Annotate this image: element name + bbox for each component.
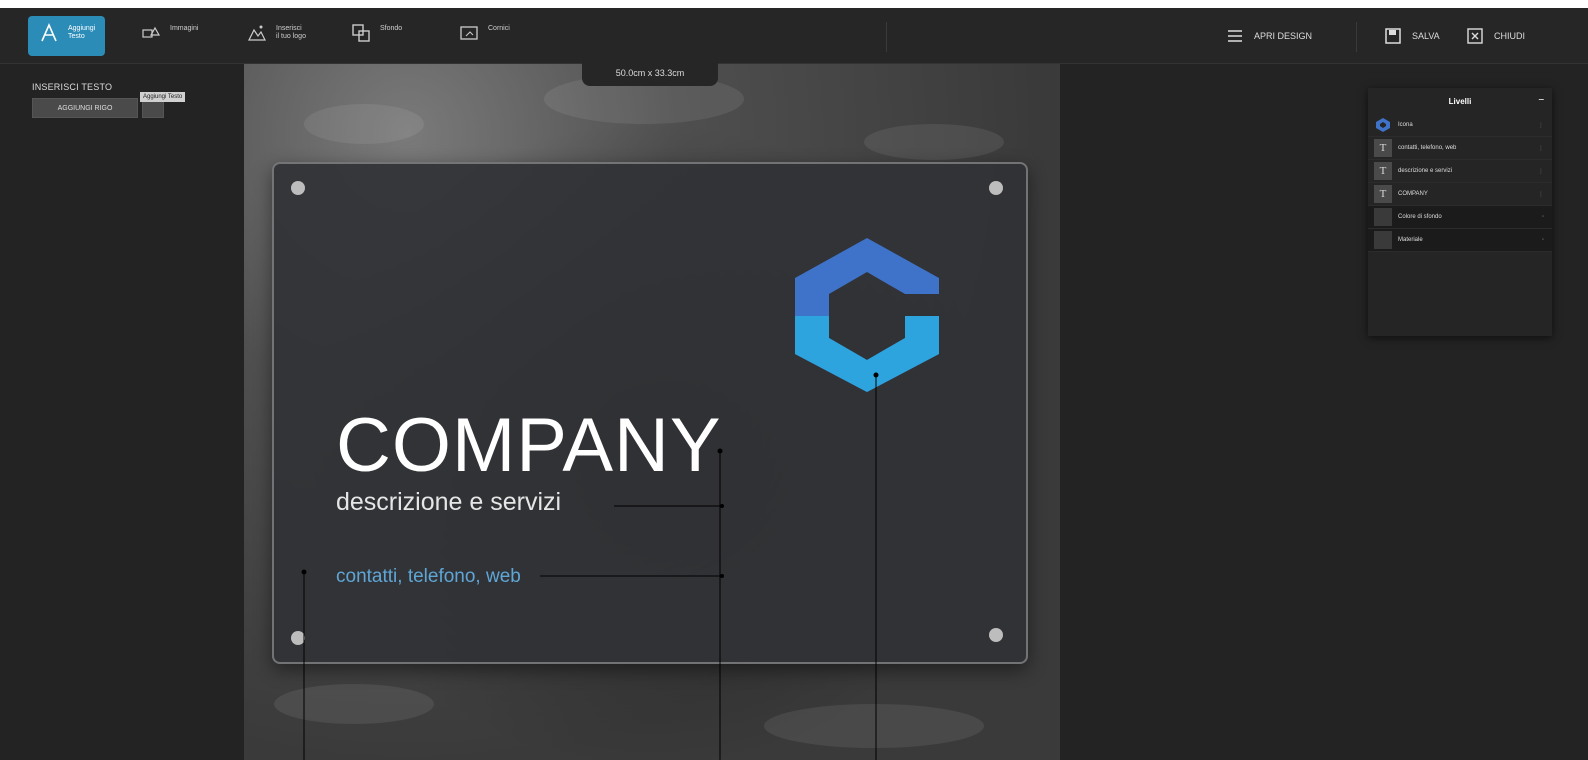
layer-label: Materiale: [1398, 237, 1423, 243]
screw: [989, 181, 1003, 195]
layers-header: Livelli –: [1368, 88, 1552, 114]
tooltip: Aggiungi Testo: [140, 92, 186, 102]
description-text[interactable]: descrizione e servizi: [336, 488, 561, 517]
layers-title: Livelli: [1448, 96, 1472, 106]
images-label: Immagini: [170, 25, 199, 32]
sign-plate[interactable]: COMPANY descrizione e servizi contatti, …: [272, 162, 1028, 664]
logo-upload-icon: [248, 25, 266, 41]
screw: [291, 631, 305, 645]
floppy-disk-icon: [1385, 28, 1401, 44]
concrete-texture: [864, 124, 1004, 160]
layers-squares-icon: [352, 24, 370, 42]
toolbar-divider: [886, 22, 887, 52]
hamburger-menu-icon: [1228, 30, 1242, 42]
layer-item-material[interactable]: Materiale ▫: [1368, 229, 1552, 252]
save-label: SALVA: [1412, 31, 1440, 41]
layer-item-company[interactable]: T COMPANY ⋮: [1368, 183, 1552, 206]
layer-item-description[interactable]: T descrizione e servizi ⋮: [1368, 160, 1552, 183]
hexagon-logo-icon: [1374, 116, 1392, 134]
frames-tool[interactable]: Cornici: [448, 16, 520, 56]
insert-logo-tool[interactable]: Inserisci il tuo logo: [236, 16, 316, 56]
lock-icon[interactable]: ▫: [1542, 214, 1544, 220]
insert-logo-label: Inserisci il tuo logo: [276, 25, 306, 40]
top-toolbar: Aggiungi Testo Immagini Inserisci il tuo…: [0, 0, 1588, 64]
layer-label: COMPANY: [1398, 191, 1428, 197]
panel-title: INSERISCI TESTO: [32, 82, 113, 92]
swatch-icon: [1374, 208, 1392, 226]
contacts-text[interactable]: contatti, telefono, web: [336, 566, 521, 588]
add-text-label: Aggiungi Testo: [68, 25, 96, 40]
text-icon: T: [1374, 162, 1392, 180]
layer-item-icona[interactable]: Icona ⋮: [1368, 114, 1552, 137]
images-tool[interactable]: Immagini: [130, 16, 208, 56]
text-a-icon: [41, 23, 57, 42]
open-design-button[interactable]: APRI DESIGN: [1226, 16, 1312, 56]
layer-item-background-color[interactable]: Colore di sfondo ▫: [1368, 206, 1552, 229]
concrete-texture: [274, 684, 434, 724]
concrete-texture: [764, 704, 984, 748]
close-button[interactable]: CHIUDI: [1466, 16, 1525, 56]
background-tool[interactable]: Sfondo: [340, 16, 412, 56]
frames-label: Cornici: [488, 25, 510, 32]
drag-handle-icon[interactable]: ⋮: [1538, 122, 1544, 129]
toolbar-divider-right: [1356, 22, 1357, 52]
swatch-icon: [1374, 231, 1392, 249]
close-box-icon: [1467, 28, 1483, 44]
images-icon: [142, 26, 161, 38]
layer-item-contacts[interactable]: T contatti, telefono, web ⋮: [1368, 137, 1552, 160]
background-label: Sfondo: [380, 25, 403, 32]
hexagon-logo-icon[interactable]: [789, 234, 945, 394]
drag-handle-icon[interactable]: ⋮: [1538, 145, 1544, 152]
layer-label: Colore di sfondo: [1398, 214, 1442, 220]
lock-icon[interactable]: ▫: [1542, 237, 1544, 243]
screw: [291, 181, 305, 195]
add-text-tool[interactable]: Aggiungi Testo: [28, 16, 106, 56]
dimensions-label: 50.0cm x 33.3cm: [582, 60, 718, 86]
screw: [989, 628, 1003, 642]
drag-handle-icon[interactable]: ⋮: [1538, 168, 1544, 175]
add-row-button[interactable]: AGGIUNGI RIGO: [32, 98, 138, 118]
concrete-texture: [304, 104, 424, 144]
add-text-small-button[interactable]: Aggiungi Testo: [140, 92, 186, 118]
frame-icon: [460, 26, 478, 40]
layer-label: Icona: [1398, 122, 1413, 128]
insert-text-panel: INSERISCI TESTO AGGIUNGI RIGO Aggiungi T…: [32, 82, 186, 118]
drag-handle-icon[interactable]: ⋮: [1538, 191, 1544, 198]
save-button[interactable]: SALVA: [1384, 16, 1440, 56]
layer-label: contatti, telefono, web: [1398, 145, 1457, 151]
layer-label: descrizione e servizi: [1398, 168, 1453, 174]
layers-panel: Livelli – Icona ⋮ T contatti, telefono, …: [1368, 88, 1552, 336]
company-text[interactable]: COMPANY: [336, 402, 722, 489]
minimize-icon[interactable]: –: [1538, 94, 1544, 105]
close-label: CHIUDI: [1494, 31, 1525, 41]
text-icon: T: [1374, 185, 1392, 203]
text-icon: T: [1374, 139, 1392, 157]
open-design-label: APRI DESIGN: [1254, 31, 1313, 41]
